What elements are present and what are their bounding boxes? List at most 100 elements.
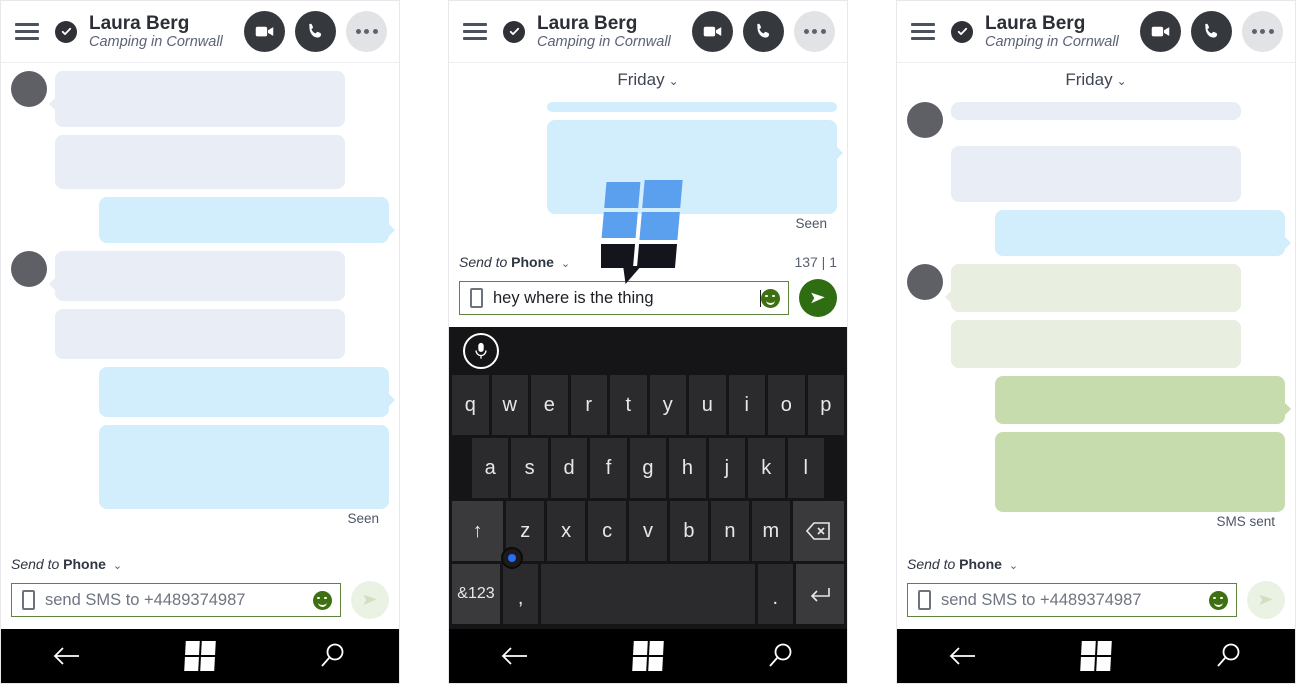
message-bubble[interactable] [49, 71, 345, 127]
key-g[interactable]: g [629, 438, 667, 498]
message-bubble[interactable] [995, 210, 1291, 256]
panel-left: Laura Berg Camping in Cornwall Seen Send… [0, 0, 400, 684]
day-divider[interactable]: Friday ⌄ [897, 63, 1295, 94]
message-bubble[interactable] [55, 135, 345, 189]
shift-key[interactable]: ↑ [452, 501, 504, 561]
space-key[interactable] [541, 564, 755, 624]
message-bubble[interactable] [995, 376, 1291, 424]
key-n[interactable]: n [710, 501, 749, 561]
enter-key[interactable] [796, 564, 844, 624]
more-options-button[interactable] [794, 11, 835, 52]
key-f[interactable]: f [590, 438, 627, 498]
key-d[interactable]: d [550, 438, 588, 498]
search-button[interactable] [298, 636, 368, 676]
message-bubble[interactable] [99, 197, 395, 243]
message-input[interactable]: send SMS to +4489374987 [907, 583, 1237, 617]
more-options-button[interactable] [1242, 11, 1283, 52]
send-to-selector[interactable]: Send to Phone ⌄ [11, 556, 122, 572]
emoji-smiley-icon[interactable] [1209, 590, 1228, 610]
message-bubble[interactable] [49, 251, 345, 301]
voice-call-button[interactable] [1191, 11, 1232, 52]
message-bubble[interactable] [951, 146, 1241, 202]
key-p[interactable]: p [807, 375, 844, 435]
key-b[interactable]: b [669, 501, 708, 561]
message-thread[interactable]: Seen [449, 94, 847, 247]
message-bubble[interactable] [951, 320, 1241, 368]
send-button[interactable] [799, 279, 837, 317]
key-x[interactable]: x [547, 501, 586, 561]
key-t[interactable]: t [610, 375, 647, 435]
key-e[interactable]: e [531, 375, 568, 435]
key-w[interactable]: w [491, 375, 528, 435]
text-cursor-dot[interactable] [501, 547, 523, 569]
start-button[interactable] [1061, 636, 1131, 676]
emoji-smiley-icon[interactable] [313, 590, 332, 610]
period-key[interactable]: . [757, 564, 794, 624]
hamburger-icon[interactable] [911, 23, 935, 40]
start-button[interactable] [613, 636, 683, 676]
message-status: SMS sent [1216, 514, 1275, 529]
keyboard-toolbar [449, 327, 847, 375]
send-button[interactable] [351, 581, 389, 619]
day-divider[interactable]: Friday ⌄ [449, 63, 847, 94]
message-thread[interactable]: Seen [1, 63, 399, 549]
key-s[interactable]: s [511, 438, 548, 498]
message-bubble[interactable] [55, 309, 345, 359]
message-bubble[interactable] [951, 102, 1241, 120]
key-o[interactable]: o [768, 375, 805, 435]
message-composer: Send to Phone ⌄ send SMS to +4489374987 [1, 549, 399, 629]
message-bubble[interactable] [945, 264, 1241, 312]
key-l[interactable]: l [787, 438, 824, 498]
key-j[interactable]: j [708, 438, 746, 498]
send-to-selector[interactable]: Send to Phone ⌄ [459, 254, 570, 270]
key-a[interactable]: a [472, 438, 509, 498]
key-r[interactable]: r [570, 375, 607, 435]
header-actions [244, 11, 387, 52]
voice-call-button[interactable] [743, 11, 784, 52]
message-bubble[interactable] [547, 102, 837, 112]
key-v[interactable]: v [629, 501, 667, 561]
message-input[interactable]: send SMS to +4489374987 [11, 583, 341, 617]
key-q[interactable]: q [452, 375, 489, 435]
video-call-button[interactable] [244, 11, 285, 52]
message-bubble[interactable] [547, 120, 843, 214]
key-c[interactable]: c [588, 501, 627, 561]
message-bubble[interactable] [99, 367, 395, 417]
key-u[interactable]: u [689, 375, 726, 435]
video-call-button[interactable] [692, 11, 733, 52]
contact-name: Laura Berg [985, 12, 1086, 34]
microphone-icon[interactable] [463, 333, 499, 369]
voice-call-button[interactable] [295, 11, 336, 52]
send-to-selector[interactable]: Send to Phone ⌄ [907, 556, 1018, 572]
chevron-down-icon: ⌄ [1008, 560, 1019, 572]
key-m[interactable]: m [751, 501, 790, 561]
key-i[interactable]: i [728, 375, 765, 435]
avatar-spacer [11, 135, 47, 171]
key-k[interactable]: k [748, 438, 785, 498]
video-camera-icon [703, 26, 722, 37]
search-button[interactable] [746, 636, 816, 676]
start-button[interactable] [165, 636, 235, 676]
comma-key[interactable]: , [502, 564, 539, 624]
video-call-button[interactable] [1140, 11, 1181, 52]
send-button[interactable] [1247, 581, 1285, 619]
message-bubble[interactable] [995, 432, 1285, 512]
more-options-button[interactable] [346, 11, 387, 52]
message-bubble[interactable] [99, 425, 389, 509]
search-icon [1216, 643, 1240, 667]
hamburger-icon[interactable] [463, 23, 487, 40]
emoji-smiley-icon[interactable] [761, 288, 780, 308]
message-input[interactable]: hey where is the thing [459, 281, 789, 315]
hamburger-icon[interactable] [15, 23, 39, 40]
back-button[interactable] [480, 636, 550, 676]
back-button[interactable] [928, 636, 998, 676]
key-h[interactable]: h [669, 438, 706, 498]
key-y[interactable]: y [649, 375, 686, 435]
back-button[interactable] [32, 636, 102, 676]
search-icon [320, 643, 344, 667]
message-thread[interactable]: SMS sent [897, 94, 1295, 549]
search-button[interactable] [1194, 636, 1264, 676]
symbols-key[interactable]: &123 [452, 564, 500, 624]
windows-logo-icon [632, 641, 664, 671]
backspace-key[interactable] [792, 501, 844, 561]
